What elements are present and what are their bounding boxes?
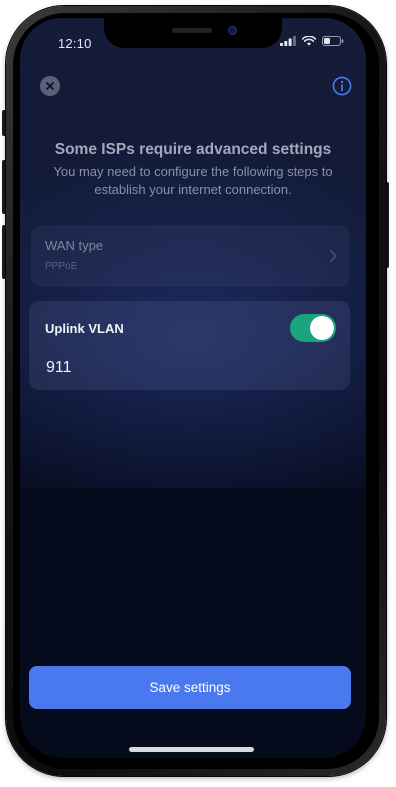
status-time: 12:10 [58, 36, 92, 51]
toggle-knob [310, 316, 334, 340]
wan-type-label: WAN type [45, 238, 104, 253]
wan-type-row[interactable]: WAN type PPPoE [31, 225, 350, 287]
front-camera [228, 26, 237, 35]
earpiece-speaker [172, 28, 212, 33]
phone-mockup: 12:10 Some ISPs require advanced setting… [0, 0, 396, 787]
home-indicator[interactable] [129, 747, 254, 752]
close-button[interactable] [40, 76, 60, 96]
cellular-signal-icon [280, 36, 296, 46]
battery-icon [322, 36, 344, 46]
uplink-vlan-toggle[interactable] [290, 314, 336, 342]
chevron-right-icon [330, 250, 337, 262]
status-icons [280, 36, 344, 46]
uplink-vlan-label: Uplink VLAN [45, 321, 124, 336]
page-title: Some ISPs require advanced settings [54, 141, 332, 158]
notch [104, 18, 282, 48]
wifi-icon [302, 36, 316, 46]
uplink-vlan-card: Uplink VLAN 911 [29, 301, 350, 390]
info-icon[interactable] [332, 76, 352, 96]
wan-type-value: PPPoE [45, 261, 78, 272]
uplink-vlan-input[interactable]: 911 [46, 359, 72, 377]
page-description: You may need to configure the following … [53, 164, 333, 197]
save-settings-button[interactable]: Save settings [29, 666, 351, 709]
app-screen: 12:10 Some ISPs require advanced setting… [20, 18, 366, 758]
close-icon [46, 82, 54, 90]
